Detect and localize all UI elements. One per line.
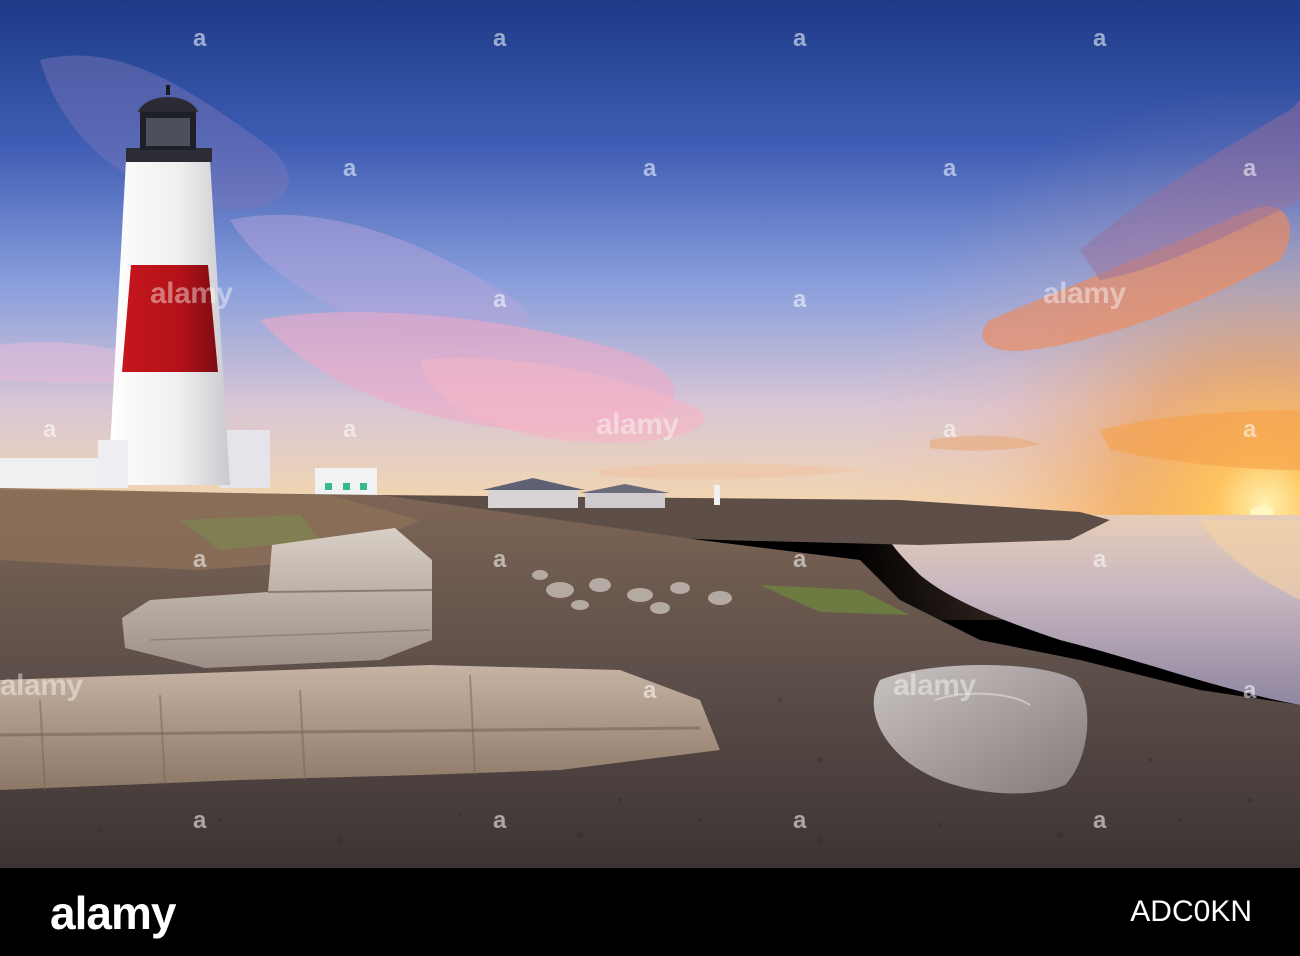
image-id-label: ADC0KN (1130, 895, 1252, 928)
footer-logo: alamy (50, 887, 176, 939)
footer-bar: alamy ADC0KN (0, 868, 1300, 956)
lighthouse-sunset-photo: alamy alamy alamy alamy alamy a a a a a … (0, 0, 1300, 868)
